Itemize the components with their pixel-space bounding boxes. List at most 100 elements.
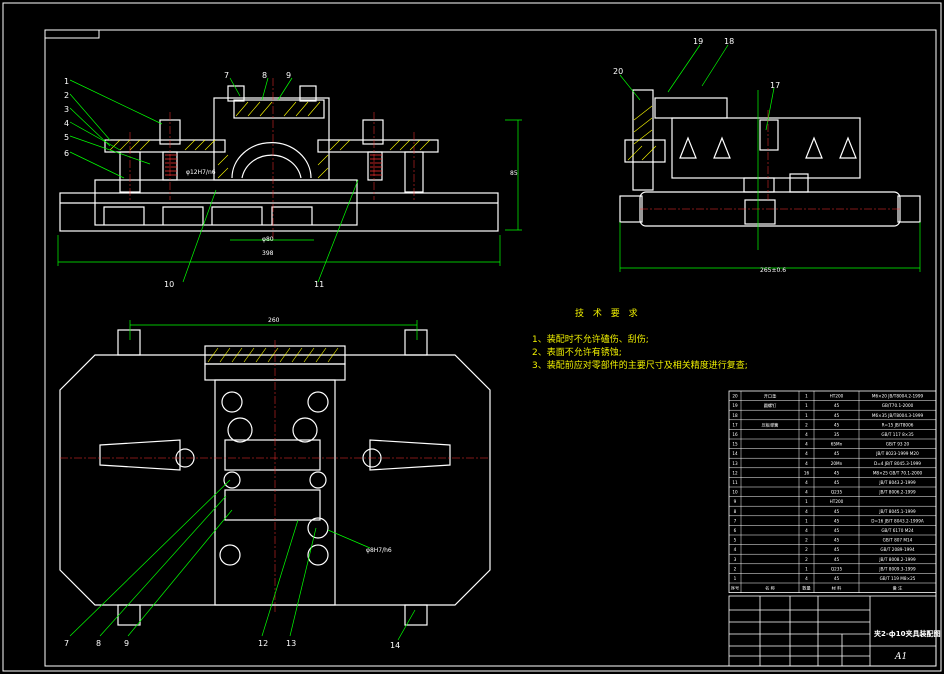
callout: 8: [262, 71, 267, 80]
bom-cell: 10: [732, 490, 738, 495]
dim-front-width: 398: [262, 250, 274, 257]
bom-header-cell: 名 称: [765, 585, 775, 592]
bom-header-cell: 序号: [731, 585, 739, 592]
bom-cell: 45: [834, 480, 840, 485]
bom-cell: 开口垫: [764, 393, 777, 400]
bom-cell: 45: [834, 528, 840, 533]
callout: 7: [224, 71, 229, 80]
bom-cell: 压板弹簧: [762, 421, 779, 428]
bom-table: 20 开口垫 1 HT200 M6×20 JB/T8004.2-199919 圆螺钉 1 45…: [728, 390, 937, 594]
top-view: 260 φ8H7/h6 7 8 9 12 13 14: [59, 317, 491, 650]
bom-cell: 45: [834, 422, 840, 427]
bom-cell: 1: [805, 403, 808, 408]
bom-cell: 45: [834, 576, 840, 581]
callout: 6: [64, 149, 69, 158]
bom-cell: 7: [734, 518, 737, 523]
bom-cell: 4: [805, 576, 808, 581]
bom-cell: M6×20 JB/T8004.2-1999: [872, 394, 924, 399]
sheet-size: A1: [894, 652, 907, 662]
bom-cell: 2: [734, 566, 737, 571]
sheet-border: [2, 2, 942, 672]
bom-cell: 45: [834, 557, 840, 562]
bom-cell: 45: [834, 413, 840, 418]
dim-front-inner: φ80: [262, 236, 274, 243]
bom-cell: 4: [805, 451, 808, 456]
bom-cell: 65Mn: [831, 442, 843, 447]
bom-cell: 45: [834, 451, 840, 456]
bom-cell: 45: [834, 509, 840, 514]
bom-cell: 13: [732, 461, 738, 466]
bom-cell: 4: [805, 480, 808, 485]
bom-cell: 15: [732, 442, 738, 447]
bom-cell: GB/T 2089-1994: [880, 547, 915, 552]
bom-cell: 2: [805, 422, 808, 427]
callout: 18: [724, 37, 734, 46]
bom-cell: 1: [805, 413, 808, 418]
callout: 17: [770, 81, 780, 90]
bom-cell: 4: [805, 432, 808, 437]
tech-requirement: 1、装配时不允许磕伤、刮伤;: [532, 333, 649, 345]
bom-cell: 14: [732, 451, 738, 456]
bom-cell: 4: [734, 547, 737, 552]
cad-drawing-canvas: 398 φ80 85 φ12H7/n6 1 2 3 4 5 6 7 8 9 10…: [2, 2, 942, 672]
top-callouts: 7 8 9 12 13 14: [64, 639, 400, 650]
bom-cell: 16: [732, 432, 738, 437]
callout: 19: [693, 37, 703, 46]
bom-cell: 45: [834, 538, 840, 543]
callout: 3: [64, 105, 69, 114]
bom-cell: 17: [732, 422, 738, 427]
callout: 13: [286, 639, 296, 648]
bom-cell: 11: [732, 480, 738, 485]
bom-cell: 5: [734, 538, 737, 543]
bom-cell: 3: [734, 557, 737, 562]
bom-cell: 4: [805, 509, 808, 514]
bom-cell: 2: [805, 547, 808, 552]
dim-fit-top: φ8H7/h6: [366, 547, 392, 554]
dim-side-width: 265±0.6: [760, 267, 786, 274]
bom-cell: 4: [805, 461, 808, 466]
bom-cell: D=16 JB/T 8043.2-1999A: [871, 518, 924, 523]
callout: 2: [64, 91, 69, 100]
callout: 11: [314, 280, 324, 289]
bom-cell: M6×35 JB/T8004.3-1999: [872, 413, 924, 418]
tech-requirements-title: 技 术 要 求: [575, 307, 641, 319]
callout: 9: [124, 639, 129, 648]
dim-front-height: 85: [510, 170, 518, 177]
callout: 4: [64, 119, 69, 128]
bom-cell: 1: [805, 566, 808, 571]
bom-cell: 4: [805, 442, 808, 447]
bom-cell: 4: [805, 528, 808, 533]
bom-cell: JB/T 8009.3-1999: [878, 566, 916, 571]
bom-cell: 1: [805, 518, 808, 523]
dim-fit-front: φ12H7/n6: [186, 169, 216, 176]
callout: 20: [613, 67, 623, 76]
bom-cell: JB/T 8006.2-1999: [878, 490, 916, 495]
bom-cell: 8: [734, 509, 737, 514]
bom-cell: HT200: [830, 394, 844, 399]
callout: 8: [96, 639, 101, 648]
bom-cell: JB/T 8023-1999 M20: [875, 451, 919, 456]
bom-cell: 12: [732, 470, 738, 475]
bom-cell: 圆螺钉: [764, 402, 777, 409]
bom-cell: Q235: [831, 490, 843, 495]
bom-cell: 9: [734, 499, 737, 504]
bom-header-cell: 材 料: [832, 585, 843, 592]
callout: 5: [64, 133, 69, 142]
bom-cell: 6: [734, 528, 737, 533]
front-view: 398 φ80 85 φ12H7/n6 1 2 3 4 5 6 7 8 9 10…: [57, 71, 522, 289]
bom-cell: R=15 JB/T8006: [882, 422, 914, 427]
bom-cell: 45: [834, 547, 840, 552]
tech-requirement: 2、表面不允许有锈蚀;: [532, 346, 622, 358]
bom-cell: JB/T 8008.2-1999: [878, 557, 916, 562]
bom-cell: 45: [834, 518, 840, 523]
tech-requirement: 3、装配前应对零部件的主要尺寸及相关精度进行复查;: [532, 359, 748, 371]
side-callouts: 19 18 20 17: [613, 37, 780, 90]
bom-cell: JB/T 8045.1-1999: [878, 509, 916, 514]
bom-cell: HT200: [830, 499, 844, 504]
bom-cell: 1: [805, 499, 808, 504]
callout: 1: [64, 77, 69, 86]
callout: 7: [64, 639, 69, 648]
bom-cell: GB/T 807 M14: [883, 538, 913, 543]
drawing-title: 夹2-ф10夹具装配图: [874, 629, 940, 638]
bom-cell: 2: [805, 557, 808, 562]
